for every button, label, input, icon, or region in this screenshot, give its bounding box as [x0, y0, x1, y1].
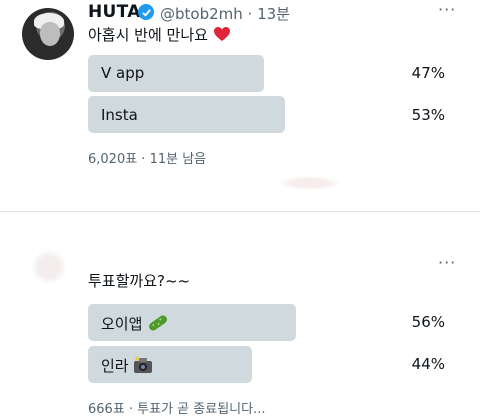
- poll-option-label-text: 오이앱: [101, 315, 143, 333]
- poll-option-label: 인라: [101, 355, 153, 376]
- more-icon[interactable]: ···: [438, 0, 456, 19]
- poll-option-label: 오이앱: [101, 313, 169, 334]
- cucumber-emoji-icon: [149, 315, 168, 331]
- tweet-text-content: 아홉시 반에 만나요: [88, 26, 208, 44]
- faded-action-icons: [280, 176, 340, 190]
- poll-option-percent: 44%: [411, 355, 445, 373]
- handle-and-time[interactable]: @btob2mh · 13분: [160, 3, 290, 24]
- faded-avatar: [30, 250, 68, 284]
- divider: [0, 211, 480, 212]
- display-name[interactable]: HUTA: [88, 2, 141, 22]
- poll-option-label: Insta: [101, 106, 138, 124]
- poll-option-label: V app: [101, 64, 145, 82]
- heart-emoji-icon: [213, 27, 230, 41]
- tweet-text: 투표할까요?~~: [88, 272, 191, 290]
- avatar[interactable]: [22, 8, 74, 60]
- camera-emoji-icon: [134, 356, 153, 373]
- poll-option-label-text: 인라: [101, 357, 129, 375]
- poll-option-percent: 53%: [411, 106, 445, 124]
- poll-option-percent: 56%: [411, 313, 445, 331]
- verified-badge-icon: [138, 4, 154, 20]
- poll-meta: 666표 · 투표가 곧 종료됩니다...: [88, 402, 266, 417]
- poll-option-percent: 47%: [411, 64, 445, 82]
- poll-meta: 6,020표 · 11분 남음: [88, 152, 207, 167]
- tweet-text: 아홉시 반에 만나요: [88, 24, 231, 45]
- more-icon[interactable]: ···: [438, 253, 456, 272]
